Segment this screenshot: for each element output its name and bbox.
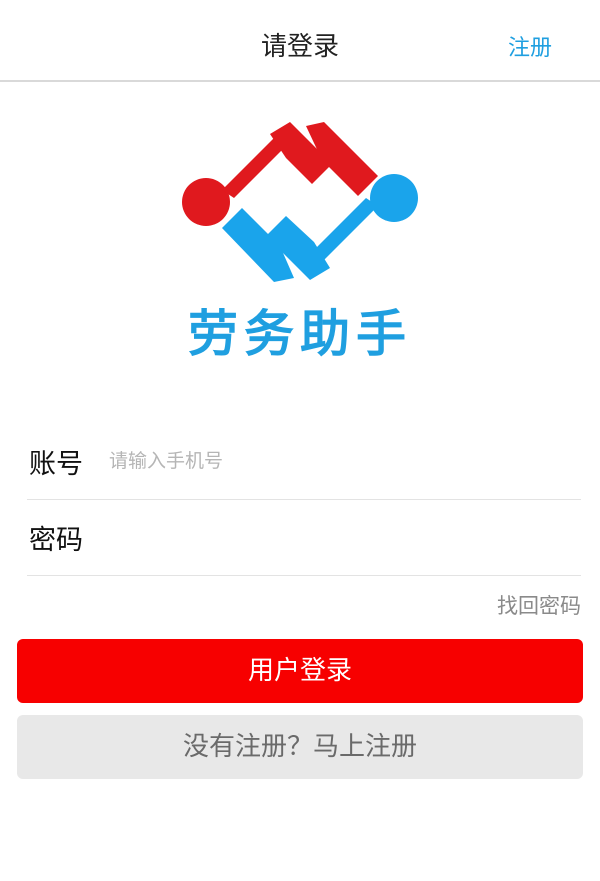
forgot-password-link[interactable]: 找回密码 [497, 590, 581, 620]
account-input[interactable] [107, 440, 551, 482]
red-dot [182, 178, 230, 226]
password-input[interactable] [107, 516, 551, 558]
register-now-button[interactable]: 没有注册？马上注册 [17, 715, 583, 779]
brand-name: 劳务助手 [188, 305, 412, 363]
blue-dot [370, 174, 418, 222]
login-button[interactable]: 用户登录 [17, 639, 583, 703]
account-field: 账号 [27, 422, 581, 500]
handshake-logo-icon [182, 122, 418, 282]
register-link[interactable]: 注册 [508, 30, 552, 62]
password-label: 密码 [29, 525, 83, 556]
account-label: 账号 [29, 449, 83, 480]
red-stroke-left [222, 136, 286, 198]
app-header: 请登录 注册 [0, 0, 600, 82]
blue-stroke-right [314, 198, 378, 260]
password-field: 密码 [27, 498, 581, 576]
